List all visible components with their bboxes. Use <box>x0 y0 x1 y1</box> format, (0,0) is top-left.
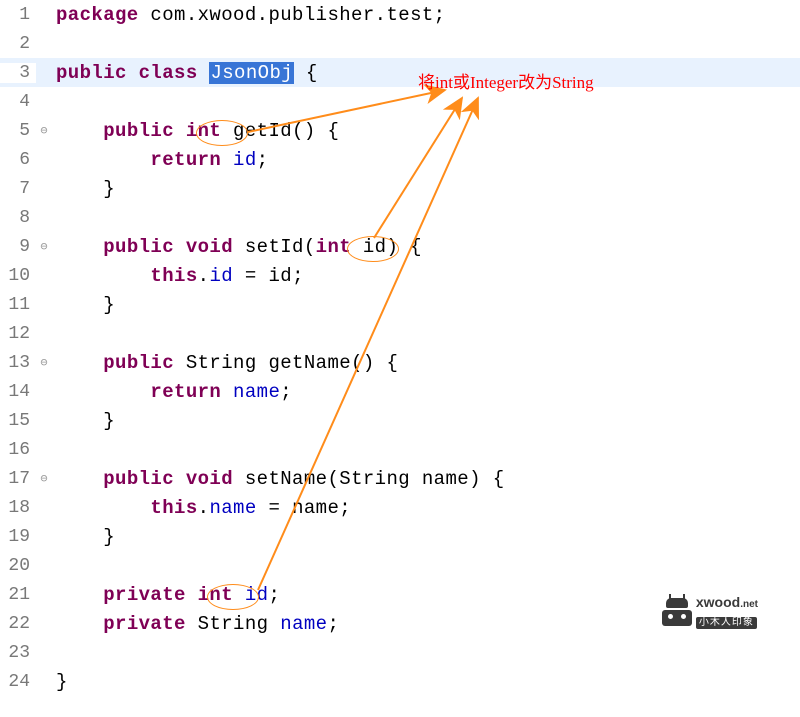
line-number: 11 <box>0 295 36 315</box>
code-line[interactable]: 6 return id; <box>0 145 800 174</box>
line-number: 14 <box>0 382 36 402</box>
fold-icon[interactable]: ⊖ <box>36 355 52 370</box>
code-content[interactable]: this.name = name; <box>52 497 351 519</box>
code-content[interactable]: } <box>52 671 68 693</box>
line-number: 9 <box>0 237 36 257</box>
code-line[interactable]: 14 return name; <box>0 377 800 406</box>
line-number: 6 <box>0 150 36 170</box>
code-content[interactable]: public String getName() { <box>52 352 398 374</box>
code-line[interactable]: 23 <box>0 638 800 667</box>
code-line[interactable]: 5⊖ public int getId() { <box>0 116 800 145</box>
code-line[interactable]: 1 package com.xwood.publisher.test; <box>0 0 800 29</box>
line-number: 5 <box>0 121 36 141</box>
line-number: 24 <box>0 672 36 692</box>
code-line[interactable]: 12 <box>0 319 800 348</box>
line-number: 20 <box>0 556 36 576</box>
code-line[interactable]: 10 this.id = id; <box>0 261 800 290</box>
code-content[interactable]: } <box>52 178 115 200</box>
code-content[interactable]: public class JsonObj { <box>52 62 318 84</box>
code-line[interactable]: 7 } <box>0 174 800 203</box>
line-number: 17 <box>0 469 36 489</box>
code-content[interactable]: this.id = id; <box>52 265 304 287</box>
line-number: 10 <box>0 266 36 286</box>
code-line[interactable]: 18 this.name = name; <box>0 493 800 522</box>
code-line[interactable]: 9⊖ public void setId(int id) { <box>0 232 800 261</box>
fold-icon[interactable]: ⊖ <box>36 471 52 486</box>
code-line[interactable]: 15 } <box>0 406 800 435</box>
line-number: 22 <box>0 614 36 634</box>
fold-icon[interactable]: ⊖ <box>36 239 52 254</box>
code-content[interactable]: return name; <box>52 381 292 403</box>
line-number: 7 <box>0 179 36 199</box>
line-number: 21 <box>0 585 36 605</box>
line-number: 12 <box>0 324 36 344</box>
line-number: 3 <box>0 63 36 83</box>
watermark: xwood.net 小木人印象 <box>662 595 758 629</box>
highlight-circle-int-3 <box>207 584 259 610</box>
code-content[interactable]: } <box>52 294 115 316</box>
line-number: 15 <box>0 411 36 431</box>
code-content[interactable]: return id; <box>52 149 268 171</box>
code-line[interactable]: 8 <box>0 203 800 232</box>
code-line[interactable]: 19 } <box>0 522 800 551</box>
code-content[interactable]: } <box>52 526 115 548</box>
code-content[interactable]: private String name; <box>52 613 339 635</box>
code-line[interactable]: 13⊖ public String getName() { <box>0 348 800 377</box>
robot-icon <box>662 598 692 626</box>
code-content[interactable]: package com.xwood.publisher.test; <box>52 4 445 26</box>
annotation-text: 将int或Integer改为String <box>418 68 594 93</box>
code-line[interactable]: 17⊖ public void setName(String name) { <box>0 464 800 493</box>
line-number: 8 <box>0 208 36 228</box>
line-number: 23 <box>0 643 36 663</box>
line-number: 16 <box>0 440 36 460</box>
code-content[interactable]: } <box>52 410 115 432</box>
line-number: 2 <box>0 34 36 54</box>
code-line[interactable]: 4 <box>0 87 800 116</box>
highlight-circle-int-2 <box>347 236 399 262</box>
line-number: 18 <box>0 498 36 518</box>
code-content[interactable]: public void setName(String name) { <box>52 468 505 490</box>
code-line[interactable]: 3 public class JsonObj { <box>0 58 800 87</box>
line-number: 19 <box>0 527 36 547</box>
fold-icon[interactable]: ⊖ <box>36 123 52 138</box>
code-line[interactable]: 16 <box>0 435 800 464</box>
code-line[interactable]: 20 <box>0 551 800 580</box>
code-line[interactable]: 24} <box>0 667 800 696</box>
line-number: 13 <box>0 353 36 373</box>
code-line[interactable]: 11 } <box>0 290 800 319</box>
line-number: 1 <box>0 5 36 25</box>
code-line[interactable]: 2 <box>0 29 800 58</box>
highlight-circle-int-1 <box>196 120 248 146</box>
line-number: 4 <box>0 92 36 112</box>
